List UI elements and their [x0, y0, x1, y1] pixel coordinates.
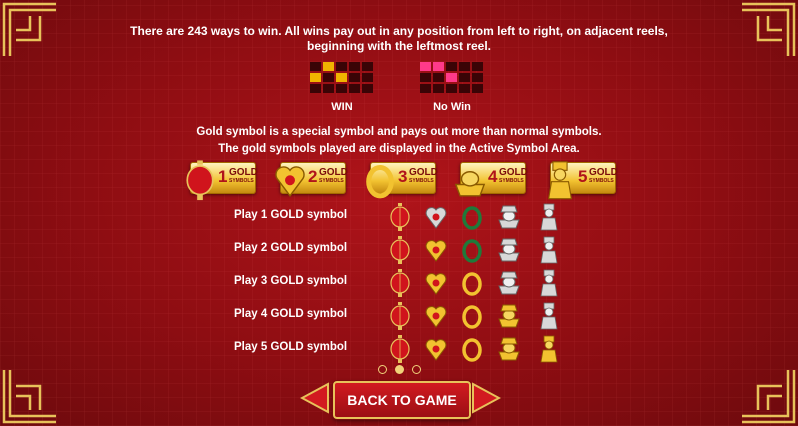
intro-line-1: There are 243 ways to win. All wins pay … [130, 24, 668, 38]
win-pattern-grid [310, 62, 374, 93]
fortune-god-icon [537, 202, 561, 232]
heart-gem-icon [424, 268, 448, 298]
badge-number: 5 [578, 167, 588, 186]
gold-symbol-info: Gold symbol is a special symbol and pays… [0, 124, 798, 158]
badge-sub: SYMBOLS [589, 178, 614, 184]
badge-word: GOLD [229, 167, 258, 178]
corner-ornament [738, 366, 798, 426]
table-row: Play 1 GOLD symbol [0, 200, 798, 234]
badge-sub: SYMBOLS [499, 178, 524, 184]
ring-icon [460, 301, 484, 331]
ingot-icon [497, 334, 521, 364]
corner-ornament [0, 366, 60, 426]
gold-info-line-2: The gold symbols played are displayed in… [218, 143, 580, 155]
gold-badge-4: 4 GOLD SYMBOLS [454, 162, 528, 197]
lantern-icon [388, 202, 412, 232]
lantern-icon [388, 301, 412, 331]
ingot-icon [497, 202, 521, 232]
badge-number: 4 [488, 167, 498, 186]
gold-badge-5: 5 GOLD SYMBOLS [547, 161, 618, 200]
ring-icon [460, 334, 484, 364]
table-row: Play 5 GOLD symbol [0, 332, 798, 366]
table-row: Play 3 GOLD symbol [0, 266, 798, 300]
lantern-icon [388, 235, 412, 265]
lantern-icon [388, 268, 412, 298]
heart-gem-icon [424, 202, 448, 232]
nowin-label: No Win [433, 101, 471, 113]
fortune-god-icon [537, 301, 561, 331]
badge-word: GOLD [499, 167, 528, 178]
badge-word: GOLD [589, 167, 618, 178]
badge-number: 3 [398, 167, 408, 186]
badge-sub: SYMBOLS [409, 178, 434, 184]
fortune-god-icon [537, 334, 561, 364]
heart-gem-icon [424, 334, 448, 364]
badge-sub: SYMBOLS [229, 178, 254, 184]
page-dot-2[interactable] [395, 365, 404, 374]
ingot-icon [453, 159, 487, 197]
page-dot-3[interactable] [412, 365, 421, 374]
win-pattern: WIN [310, 62, 374, 113]
badge-word: GOLD [319, 167, 348, 178]
row-label: Play 5 GOLD symbol [234, 341, 348, 353]
ring-icon [460, 235, 484, 265]
ring-icon [460, 268, 484, 298]
table-row: Play 2 GOLD symbol [0, 233, 798, 267]
table-row: Play 4 GOLD symbol [0, 299, 798, 333]
arrow-right-icon [472, 382, 502, 414]
row-label: Play 4 GOLD symbol [234, 308, 348, 320]
ingot-icon [497, 235, 521, 265]
win-label: WIN [331, 101, 353, 113]
next-page-button[interactable] [471, 382, 502, 414]
page-dot-1[interactable] [378, 365, 387, 374]
back-to-game-button[interactable]: BACK TO GAME [333, 381, 471, 419]
row-label: Play 1 GOLD symbol [234, 209, 348, 221]
win-pattern-examples: WIN No Win [0, 62, 798, 122]
nowin-pattern: No Win [420, 62, 484, 113]
heart-gem-icon [273, 159, 307, 198]
row-label: Play 2 GOLD symbol [234, 242, 348, 254]
ingot-icon [497, 268, 521, 298]
ingot-icon [497, 301, 521, 331]
lantern-icon [388, 334, 412, 364]
fortune-god-icon [537, 235, 561, 265]
gold-badge-2: 2 GOLD SYMBOLS [275, 162, 348, 198]
prev-page-button[interactable] [299, 382, 330, 414]
nowin-pattern-grid [420, 62, 484, 93]
badge-word: GOLD [409, 167, 438, 178]
heart-gem-icon [424, 301, 448, 331]
ways-to-win-text: There are 243 ways to win. All wins pay … [0, 24, 798, 54]
badge-number: 2 [308, 167, 318, 186]
arrow-left-icon [299, 382, 329, 414]
gold-badge-1: 1 GOLD SYMBOLS [186, 160, 258, 201]
ring-icon [460, 202, 484, 232]
badge-number: 1 [218, 167, 228, 186]
lantern-icon [183, 159, 217, 201]
fortune-god-icon [543, 159, 577, 200]
ring-icon [363, 159, 397, 199]
page-indicator [378, 365, 422, 375]
gold-badge-3: 3 GOLD SYMBOLS [366, 162, 438, 199]
gold-symbol-badges: 1 GOLD SYMBOLS 2 GOLD SYMBOLS 3 GOLD SYM… [170, 160, 630, 201]
fortune-god-icon [537, 268, 561, 298]
heart-gem-icon [424, 235, 448, 265]
gold-info-line-1: Gold symbol is a special symbol and pays… [196, 126, 602, 138]
intro-line-2: beginning with the leftmost reel. [306, 39, 491, 53]
row-label: Play 3 GOLD symbol [234, 275, 348, 287]
badge-sub: SYMBOLS [319, 178, 344, 184]
